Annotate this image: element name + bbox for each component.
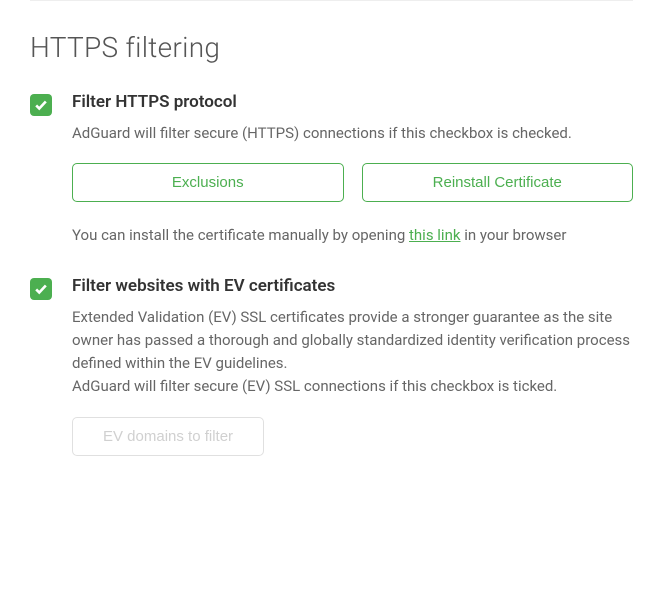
section-divider [30, 0, 633, 1]
filter-https-checkbox[interactable] [30, 94, 52, 116]
ev-desc-2: AdGuard will filter secure (EV) SSL conn… [72, 377, 557, 395]
section-title: HTTPS filtering [30, 31, 633, 64]
filter-ev-desc: Extended Validation (EV) SSL certificate… [72, 306, 633, 399]
exclusions-button[interactable]: Exclusions [72, 163, 344, 202]
filter-https-row: Filter HTTPS protocol AdGuard will filte… [30, 92, 633, 248]
filter-https-buttons: Exclusions Reinstall Certificate [72, 163, 633, 202]
filter-https-title: Filter HTTPS protocol [72, 92, 633, 112]
ev-button-row: EV domains to filter [72, 417, 633, 456]
reinstall-certificate-button[interactable]: Reinstall Certificate [362, 163, 634, 202]
filter-https-content: Filter HTTPS protocol AdGuard will filte… [72, 92, 633, 248]
check-icon [34, 98, 48, 112]
note-prefix: You can install the certificate manually… [72, 226, 409, 244]
filter-ev-row: Filter websites with EV certificates Ext… [30, 276, 633, 456]
filter-ev-checkbox[interactable] [30, 278, 52, 300]
ev-domains-button[interactable]: EV domains to filter [72, 417, 264, 456]
this-link[interactable]: this link [409, 226, 460, 244]
check-icon [34, 282, 48, 296]
certificate-note: You can install the certificate manually… [72, 224, 633, 247]
filter-ev-title: Filter websites with EV certificates [72, 276, 633, 296]
ev-desc-1: Extended Validation (EV) SSL certificate… [72, 308, 630, 373]
filter-ev-content: Filter websites with EV certificates Ext… [72, 276, 633, 456]
filter-https-desc: AdGuard will filter secure (HTTPS) conne… [72, 122, 633, 145]
note-suffix: in your browser [460, 226, 566, 244]
